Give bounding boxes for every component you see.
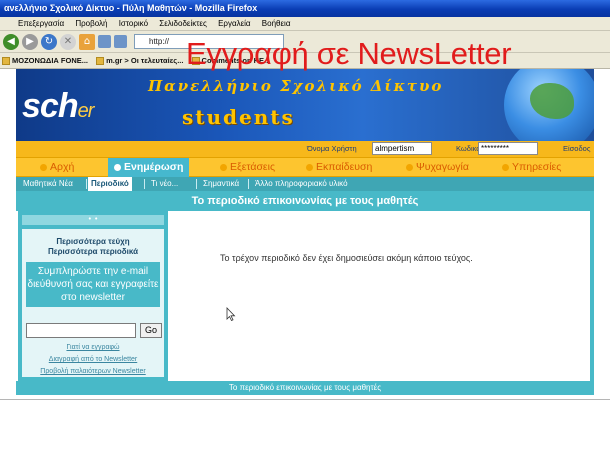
bullet-icon (406, 163, 413, 171)
sidebar-dots: • • (87, 215, 99, 223)
more-issues-link[interactable]: Περισσότερα τεύχη (22, 237, 164, 246)
bookmark-item[interactable]: m.gr > Οι τελευταίες... (96, 56, 183, 66)
newsletter-email-input[interactable] (26, 323, 136, 338)
bookmark-page-icon[interactable] (98, 35, 111, 48)
subnav-other-info[interactable]: Άλλο πληροφοριακό υλικό (252, 177, 351, 191)
bookmark-icon (2, 57, 10, 66)
why-subscribe-link[interactable]: Γιατί να εγγραφώ (22, 344, 164, 351)
subnav-divider (86, 179, 87, 189)
stop-icon[interactable]: ✕ (60, 33, 76, 50)
more-magazines-link[interactable]: Περισσότερα περιοδικά (22, 247, 164, 256)
menu-help[interactable]: Βοήθεια (262, 19, 291, 28)
footer-band: Το περιοδικό επικοινωνίας με τους μαθητέ… (16, 381, 594, 395)
login-button[interactable]: Είσοδος (563, 144, 590, 153)
subnav-divider (144, 179, 145, 189)
menu-edit[interactable]: Επεξεργασία (18, 19, 64, 28)
unsubscribe-link[interactable]: Διαγραφή από το Newsletter (22, 356, 164, 363)
username-label: Όνομα Χρήστη (307, 144, 357, 153)
section-title: Το περιοδικό επικοινωνίας με τους μαθητέ… (16, 191, 594, 211)
banner-subtitle: students (182, 105, 295, 129)
print-icon[interactable] (114, 35, 127, 48)
bookmark-item[interactable]: ΜΟΖΟΝΩΔΙΑ FONE... (2, 56, 88, 66)
go-button[interactable]: Go (140, 323, 162, 338)
sidebar-header: • • (22, 215, 164, 225)
menu-tools[interactable]: Εργαλεία (218, 19, 250, 28)
nav-item-exams[interactable]: Εξετάσεις (220, 161, 275, 173)
forward-icon[interactable]: ▶ (22, 33, 38, 50)
banner-title: Πανελλήνιο Σχολικό Δίκτυο (148, 77, 444, 95)
sidebar: • • Περισσότερα τεύχη Περισσότερα περιοδ… (18, 211, 168, 381)
window-title: ανελλήνιο Σχολικό Δίκτυο - Πύλη Μαθητών … (0, 0, 610, 17)
sidebar-panel: Περισσότερα τεύχη Περισσότερα περιοδικά … (22, 229, 164, 377)
bullet-icon (502, 163, 509, 171)
newsletter-prompt: Συμπληρώστε την e-mail διεύθυνσή σας και… (26, 262, 160, 307)
username-input[interactable]: almpertism (372, 142, 432, 155)
mouse-cursor-icon (226, 307, 236, 321)
sch-logo[interactable]: scher (22, 87, 94, 126)
menu-bar: Επεξεργασία Προβολή Ιστορικό Σελιδοδείκτ… (0, 17, 610, 31)
slide-title: Εγγραφή σε NewsLetter (186, 36, 512, 71)
web-page: scher Πανελλήνιο Σχολικό Δίκτυο students… (16, 69, 594, 399)
content-message: Το τρέχον περιοδικό δεν έχει δημοσιεύσει… (220, 253, 473, 263)
nav-item-home[interactable]: Αρχή (40, 161, 74, 173)
subnav-student-news[interactable]: Μαθητικά Νέα (20, 177, 76, 191)
bullet-icon (114, 163, 121, 171)
back-icon[interactable]: ◀ (3, 33, 19, 50)
previous-newsletters-link[interactable]: Προβολή παλαιότερων Newsletter (22, 368, 164, 375)
reload-icon[interactable]: ↻ (41, 33, 57, 50)
subnav-magazine[interactable]: Περιοδικό (88, 177, 132, 191)
nav-item-services[interactable]: Υπηρεσίες (502, 161, 561, 173)
login-bar: Όνομα Χρήστη almpertism Κωδικός ********… (16, 141, 594, 157)
main-navigation: Αρχή Ενημέρωση Εξετάσεις Εκπαίδευση Ψυχα… (16, 157, 594, 177)
site-banner: scher Πανελλήνιο Σχολικό Δίκτυο students (16, 69, 594, 141)
content-area: Το τρέχον περιοδικό δεν έχει δημοσιεύσει… (168, 211, 594, 381)
menu-history[interactable]: Ιστορικό (119, 19, 148, 28)
nav-item-education[interactable]: Εκπαίδευση (306, 161, 372, 173)
password-input[interactable]: ********* (478, 142, 538, 155)
bookmark-icon (96, 57, 105, 66)
nav-item-entertainment[interactable]: Ψυχαγωγία (406, 161, 469, 173)
bullet-icon (306, 163, 313, 171)
bullet-icon (220, 163, 227, 171)
home-icon[interactable]: ⌂ (79, 33, 95, 50)
menu-view[interactable]: Προβολή (75, 19, 107, 28)
subnav-important[interactable]: Σημαντικά (200, 177, 242, 191)
sub-navigation: Μαθητικά Νέα Περιοδικό Τι νέο... Σημαντι… (16, 177, 594, 191)
bullet-icon (40, 163, 47, 171)
nav-item-news[interactable]: Ενημέρωση (108, 158, 190, 177)
subnav-whats-new[interactable]: Τι νέο... (148, 177, 181, 191)
menu-bookmarks[interactable]: Σελιδοδείκτες (159, 19, 207, 28)
subnav-divider (248, 179, 249, 189)
subnav-divider (196, 179, 197, 189)
